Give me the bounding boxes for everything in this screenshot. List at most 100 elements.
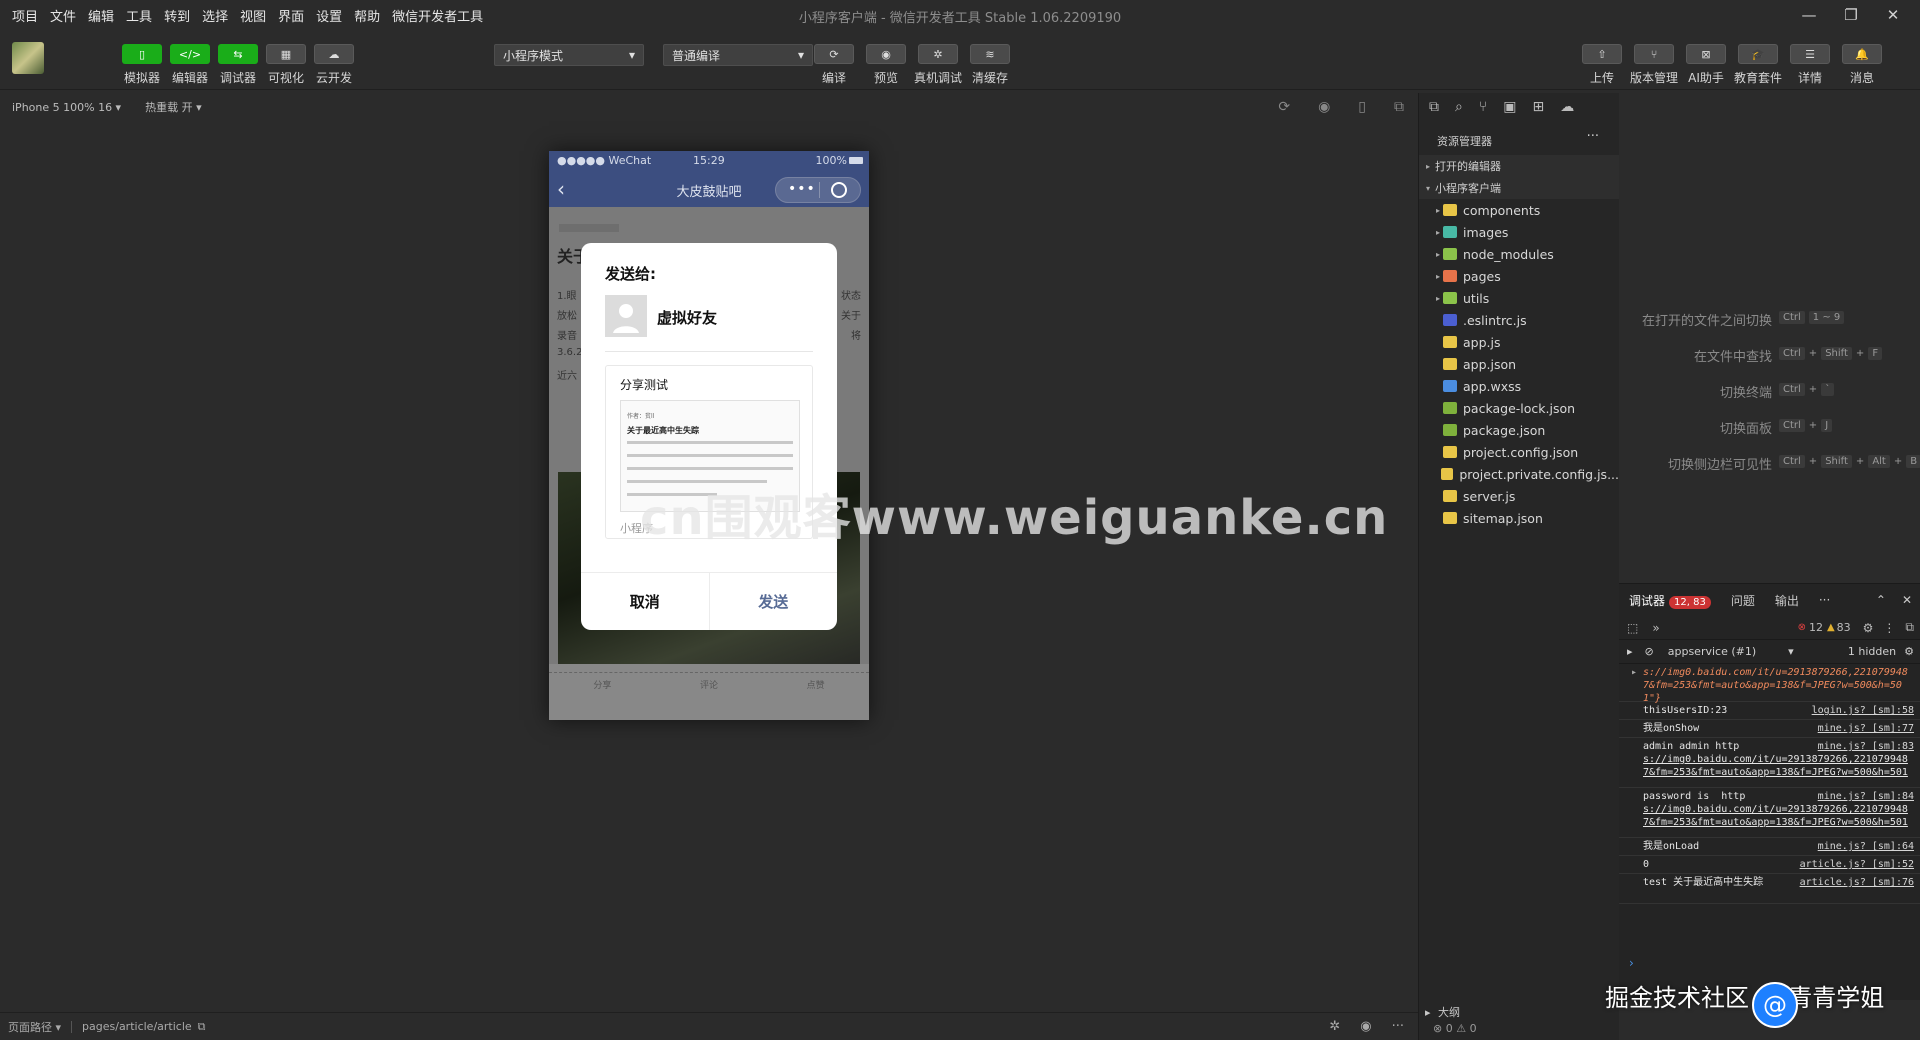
- toolbar-button[interactable]: </> 编辑器: [168, 44, 212, 86]
- log-link[interactable]: s://img0.baidu.com/it/u=2913879266,22107…: [1643, 803, 1911, 829]
- log-source-link[interactable]: article.js? [sm]:76: [1800, 876, 1914, 889]
- footer-action[interactable]: 分享: [593, 678, 611, 691]
- tree-file[interactable]: app.wxss: [1419, 375, 1619, 397]
- tab-debugger[interactable]: 调试器 12, 83: [1619, 592, 1721, 609]
- tab-problems[interactable]: 问题: [1721, 592, 1765, 609]
- log-source-link[interactable]: mine.js? [sm]:83: [1818, 740, 1914, 753]
- more-dots-icon[interactable]: •••: [788, 181, 816, 197]
- toolbar-button[interactable]: ▦ 可视化: [264, 44, 308, 86]
- tree-file[interactable]: project.private.config.js...: [1419, 463, 1619, 485]
- toolbar-button[interactable]: ⇧ 上传: [1580, 44, 1624, 86]
- console-prompt-icon[interactable]: ›: [1629, 956, 1634, 970]
- footer-action[interactable]: 点赞: [807, 678, 825, 691]
- log-message: 0: [1643, 858, 1771, 871]
- log-link[interactable]: s://img0.baidu.com/it/u=2913879266,22107…: [1643, 753, 1911, 779]
- console-settings-icon[interactable]: ⚙: [1904, 645, 1914, 658]
- clear-console-icon[interactable]: ⊘: [1645, 645, 1654, 658]
- source-control-icon[interactable]: ⑂: [1479, 99, 1487, 115]
- hot-reload-toggle[interactable]: 热重载 开 ▾: [145, 99, 202, 115]
- tree-folder[interactable]: ▸ pages: [1419, 265, 1619, 287]
- search-icon[interactable]: ⌕: [1455, 99, 1463, 115]
- popout-icon[interactable]: ⧉: [1394, 99, 1404, 115]
- dock-icon[interactable]: ⧉: [1905, 620, 1914, 635]
- phone-icon[interactable]: ▯: [1358, 99, 1366, 115]
- tab-more[interactable]: ···: [1809, 593, 1840, 607]
- tab-output[interactable]: 输出: [1765, 592, 1809, 609]
- record-icon[interactable]: ◉: [1318, 99, 1330, 115]
- context-select[interactable]: appservice (#1): [1668, 645, 1756, 658]
- toolbar-button[interactable]: 🎓 教育套件: [1734, 44, 1782, 86]
- toolbar-button[interactable]: ☰ 详情: [1788, 44, 1832, 86]
- toolbar-button[interactable]: ☁ 云开发: [312, 44, 356, 86]
- toolbar-icon: ⇧: [1582, 44, 1622, 64]
- open-editors-section[interactable]: ▸ 打开的编辑器: [1419, 155, 1619, 177]
- preview-eye-icon[interactable]: ◉: [1360, 1019, 1371, 1034]
- gear-icon[interactable]: ⚙: [1863, 621, 1874, 635]
- more-tabs-icon[interactable]: »: [1652, 621, 1659, 635]
- inspect-icon[interactable]: ⬚: [1627, 621, 1638, 635]
- capsule-button[interactable]: •••: [775, 177, 861, 203]
- explorer-more-button[interactable]: ···: [1587, 129, 1599, 144]
- outline-header[interactable]: ▸ 大纲: [1425, 1004, 1460, 1020]
- tree-file[interactable]: .eslintrc.js: [1419, 309, 1619, 331]
- close-miniprogram-icon[interactable]: [831, 182, 847, 198]
- tree-file[interactable]: app.json: [1419, 353, 1619, 375]
- minimize-icon[interactable]: —: [1788, 6, 1830, 24]
- debug-icon[interactable]: ▣: [1503, 99, 1516, 115]
- log-source-link[interactable]: mine.js? [sm]:84: [1818, 790, 1914, 803]
- log-source-link[interactable]: mine.js? [sm]:77: [1818, 722, 1914, 735]
- footer-action[interactable]: 评论: [700, 678, 718, 691]
- tree-file[interactable]: package-lock.json: [1419, 397, 1619, 419]
- file-icon: [1443, 446, 1457, 458]
- tree-file[interactable]: sitemap.json: [1419, 507, 1619, 529]
- expand-icon[interactable]: ▸: [1631, 666, 1637, 679]
- files-icon[interactable]: ⧉: [1429, 99, 1439, 115]
- mode-select[interactable]: 小程序模式 ▾: [494, 44, 644, 66]
- cloud-icon[interactable]: ☁: [1560, 99, 1574, 115]
- log-source-link[interactable]: article.js? [sm]:52: [1800, 858, 1914, 871]
- tree-file[interactable]: server.js: [1419, 485, 1619, 507]
- close-icon[interactable]: ✕: [1872, 6, 1914, 24]
- console-log-row: 0 article.js? [sm]:52: [1619, 856, 1920, 874]
- toolbar-button[interactable]: ⊠ AI助手: [1684, 44, 1728, 86]
- log-source-link[interactable]: mine.js? [sm]:64: [1818, 840, 1914, 853]
- tree-file[interactable]: project.config.json: [1419, 441, 1619, 463]
- tree-folder[interactable]: ▸ images: [1419, 221, 1619, 243]
- toolbar-button[interactable]: ≋ 清缓存: [968, 44, 1012, 86]
- kebab-icon[interactable]: ⋮: [1883, 621, 1895, 635]
- send-button[interactable]: 发送: [710, 573, 838, 630]
- project-section[interactable]: ▾ 小程序客户端: [1419, 177, 1619, 199]
- device-select[interactable]: iPhone 5 100% 16 ▾: [12, 101, 121, 114]
- toolbar-button[interactable]: ✲ 真机调试: [914, 44, 962, 86]
- tree-folder[interactable]: ▸ node_modules: [1419, 243, 1619, 265]
- maximize-icon[interactable]: ❐: [1830, 6, 1872, 24]
- article-line: 近六: [557, 371, 577, 382]
- extensions-icon[interactable]: ⊞: [1532, 99, 1544, 115]
- toolbar-button[interactable]: ⑂ 版本管理: [1630, 44, 1678, 86]
- cancel-button[interactable]: 取消: [581, 573, 710, 630]
- bug-icon[interactable]: ✲: [1329, 1019, 1340, 1034]
- tree-file[interactable]: app.js: [1419, 331, 1619, 353]
- key-cap: Ctrl: [1779, 419, 1805, 432]
- toolbar-button[interactable]: ⟳ 编译: [812, 44, 856, 86]
- page-path-label[interactable]: 页面路径 ▾: [8, 1019, 61, 1035]
- copy-icon[interactable]: ⧉: [198, 1020, 206, 1034]
- chevron-up-icon[interactable]: ⌃: [1868, 593, 1894, 607]
- more-icon[interactable]: ···: [1392, 1019, 1404, 1034]
- problems-summary[interactable]: ⊗ 0 ⚠ 0: [1433, 1022, 1477, 1035]
- toolbar-button[interactable]: ◉ 预览: [864, 44, 908, 86]
- user-avatar[interactable]: [12, 42, 44, 74]
- tree-folder[interactable]: ▸ utils: [1419, 287, 1619, 309]
- close-icon[interactable]: ✕: [1894, 593, 1920, 607]
- toolbar-button[interactable]: ⇆ 调试器: [216, 44, 260, 86]
- tree-folder[interactable]: ▸ components: [1419, 199, 1619, 221]
- log-link[interactable]: s://img0.baidu.com/it/u=2913879266,22107…: [1643, 666, 1911, 705]
- toolbar-button[interactable]: ▯ 模拟器: [120, 44, 164, 86]
- file-icon: [1443, 512, 1457, 524]
- log-source-link[interactable]: login.js? [sm]:58: [1812, 704, 1914, 717]
- compile-select[interactable]: 普通编译 ▾: [663, 44, 813, 66]
- tree-file[interactable]: package.json: [1419, 419, 1619, 441]
- toolbar-button[interactable]: 🔔 消息: [1840, 44, 1884, 86]
- refresh-icon[interactable]: ⟳: [1278, 99, 1290, 115]
- sidebar-toggle-icon[interactable]: ▸: [1627, 645, 1633, 658]
